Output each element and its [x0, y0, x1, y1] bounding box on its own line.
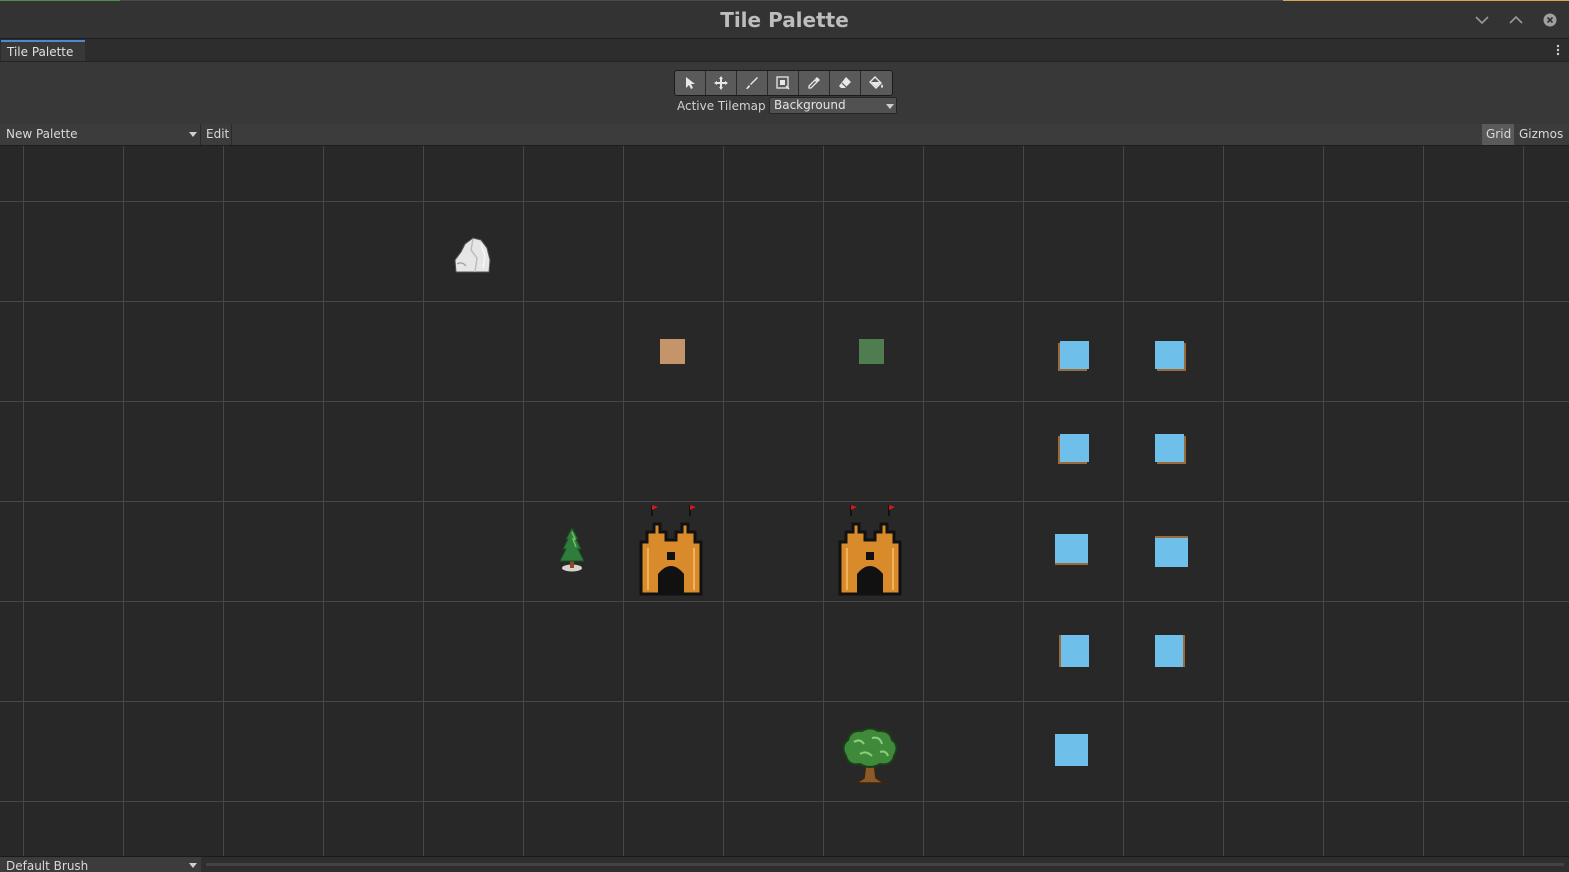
water-tile[interactable] [1055, 534, 1088, 563]
rock-icon[interactable] [451, 236, 493, 276]
picker-tool-button[interactable] [799, 71, 830, 95]
water-tile[interactable] [1061, 635, 1089, 667]
brush-dropdown[interactable]: Default Brush [0, 857, 201, 872]
title-bar: Tile Palette [0, 1, 1569, 39]
water-tile[interactable] [1060, 341, 1089, 369]
eraser-icon [839, 77, 851, 88]
box-fill-icon [776, 76, 790, 90]
picker-icon [808, 77, 820, 89]
palette-canvas[interactable] [0, 146, 1569, 856]
tool-group [674, 70, 893, 96]
brush-name: Default Brush [6, 859, 89, 872]
castle-icon[interactable] [638, 502, 704, 596]
chevron-up-icon[interactable] [1506, 10, 1526, 30]
palette-name: New Palette [6, 127, 78, 141]
move-icon [714, 76, 728, 90]
water-tile[interactable] [1060, 434, 1089, 462]
oak-tree-icon[interactable] [838, 726, 902, 786]
water-tile[interactable] [1055, 734, 1088, 766]
close-icon[interactable] [1540, 10, 1560, 30]
paint-brush-icon [746, 77, 758, 89]
active-tilemap-label: Active Tilemap [677, 99, 766, 113]
gizmos-toggle-button[interactable]: Gizmos [1515, 124, 1569, 145]
tab-bar: Tile Palette [0, 39, 1569, 62]
paint-tool-button[interactable] [737, 71, 768, 95]
select-icon [686, 77, 695, 89]
more-options-icon[interactable] [1555, 42, 1561, 58]
tool-strip: Active Tilemap Background [0, 62, 1569, 124]
water-tile[interactable] [1155, 635, 1183, 667]
box-fill-tool-button[interactable] [768, 71, 799, 95]
window-title: Tile Palette [720, 8, 849, 32]
palette-dropdown[interactable]: New Palette [0, 124, 201, 145]
chevron-down-icon [189, 863, 197, 868]
fill-tool-button[interactable] [861, 71, 892, 95]
chevron-down-icon[interactable] [1472, 10, 1492, 30]
edit-button[interactable]: Edit [202, 124, 232, 145]
move-tool-button[interactable] [706, 71, 737, 95]
palette-bar: New Palette Edit Grid Gizmos [0, 124, 1569, 146]
flood-fill-icon [868, 76, 883, 89]
brush-panel-splitter[interactable] [206, 863, 1564, 866]
water-tile[interactable] [1155, 538, 1188, 567]
brown-tile[interactable] [660, 339, 685, 364]
green-tile[interactable] [859, 339, 884, 364]
active-tilemap-select[interactable]: Background [769, 97, 897, 114]
castle-icon[interactable] [837, 502, 903, 596]
pine-tree-icon[interactable] [557, 527, 587, 573]
chevron-down-icon [886, 104, 894, 109]
active-tilemap-value: Background [774, 98, 846, 112]
tab-tile-palette[interactable]: Tile Palette [1, 40, 85, 61]
chevron-down-icon [189, 132, 197, 137]
brush-bar: Default Brush [0, 856, 1569, 872]
select-tool-button[interactable] [675, 71, 706, 95]
water-tile[interactable] [1155, 341, 1184, 369]
water-tile[interactable] [1155, 434, 1184, 462]
eraser-tool-button[interactable] [830, 71, 861, 95]
grid-toggle-button[interactable]: Grid [1482, 124, 1514, 145]
